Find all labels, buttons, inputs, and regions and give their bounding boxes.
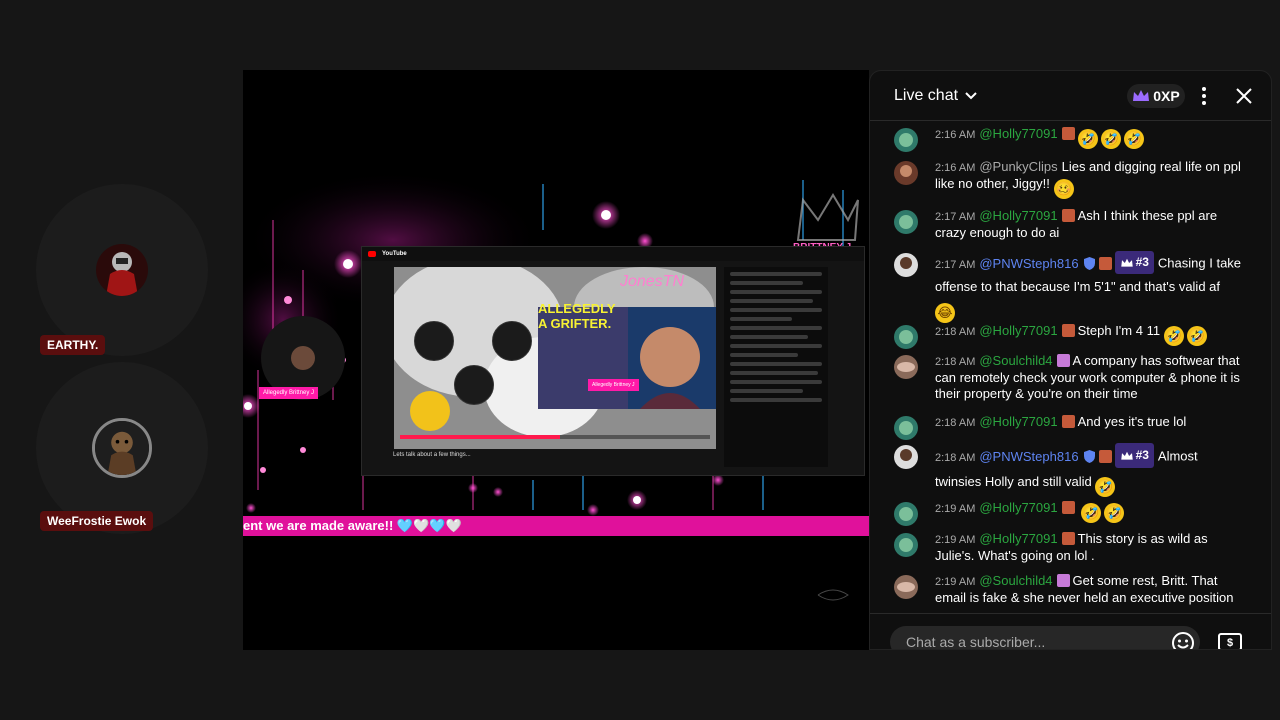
inner-chat-panel <box>724 267 828 467</box>
crown-icon <box>1133 90 1150 101</box>
user-avatar <box>894 355 918 379</box>
live-chat-panel: Live chat 0XP ▲ 2:16 AM@Holly77091🤣🤣🤣 <box>869 70 1272 650</box>
user-avatar <box>894 533 918 557</box>
chat-message-list[interactable]: ▲ 2:16 AM@Holly77091🤣🤣🤣 2:16 AM@PunkyCli… <box>870 123 1262 613</box>
member-badge-icon <box>1061 127 1075 140</box>
chat-input[interactable] <box>890 626 1200 649</box>
moderator-shield-icon <box>1083 447 1096 463</box>
xp-badge[interactable]: 0XP <box>1127 84 1185 108</box>
participant-tile-weefrostie[interactable] <box>36 362 208 534</box>
close-icon[interactable] <box>1234 86 1254 106</box>
inner-browser-bar: YouTube <box>362 247 864 261</box>
super-chat-icon[interactable]: $ <box>1213 631 1249 649</box>
stream-page: EARTHY. WeeFrostie Ewok Allegedly Brittn… <box>0 0 1280 720</box>
user-avatar <box>894 128 918 152</box>
member-badge-icon <box>1056 574 1070 587</box>
svg-text:$: $ <box>1227 637 1233 649</box>
xp-value: 0XP <box>1153 88 1180 104</box>
member-badge-icon <box>1061 324 1075 337</box>
ticker-banner: ent we are made aware!! 🩵🤍🩵🤍 <box>243 516 869 536</box>
user-avatar <box>894 210 918 234</box>
rank-badge: #3 <box>1114 443 1154 468</box>
chat-mode-dropdown[interactable]: Live chat <box>894 87 978 105</box>
member-badge-icon <box>1061 209 1075 222</box>
member-badge-icon <box>1061 501 1075 514</box>
chat-message: 2:19 AM @Holly77091 🤣 🤣 <box>894 500 1244 526</box>
ewok-avatar <box>92 418 152 478</box>
youtube-logo-icon <box>368 251 376 257</box>
user-avatar <box>894 445 918 469</box>
user-avatar <box>894 161 918 185</box>
red-armored-figure-avatar <box>96 244 148 296</box>
inner-participant-bubble <box>492 321 532 361</box>
chat-message: 2:16 AM @Holly77091 🤣 🤣 🤣 <box>894 126 1244 152</box>
member-badge-icon <box>1098 255 1112 270</box>
user-avatar <box>894 575 918 599</box>
guest-label: Allegedly Brittney J <box>259 387 319 399</box>
chevron-down-icon <box>965 92 977 100</box>
participant-name-tag: EARTHY. <box>40 335 106 355</box>
inner-participant-bubble <box>414 321 454 361</box>
chat-message: 2:19 AM @Soulchild4 Get some rest, Britt. … <box>894 573 1244 606</box>
member-badge-icon <box>1061 415 1075 428</box>
inner-headline: ALLEGEDLY A GRIFTER. <box>538 301 616 331</box>
chat-message: 2:17 AM @Holly77091 Ash I think these ppl … <box>894 208 1244 241</box>
chat-message: 2:18 AM @PNWSteph816 #3 Almost twinsies Hol… <box>894 443 1244 497</box>
participant-tile-earthy[interactable] <box>36 184 208 356</box>
inner-signature: JonesTN <box>620 273 685 290</box>
chat-message: 2:18 AM @Holly77091 Steph I'm 4 11 🤣 🤣 <box>894 323 1244 349</box>
member-badge-icon <box>1098 447 1112 463</box>
rank-badge: #3 <box>1114 251 1154 274</box>
main-stage-video[interactable]: Allegedly Brittney J BRITTNEY J YouTube <box>243 70 869 650</box>
emoji-picker-icon[interactable] <box>1171 631 1195 649</box>
chat-message: 2:18 AM @Soulchild4 A company has softwear… <box>894 353 1244 402</box>
chat-header: Live chat 0XP <box>870 71 1271 121</box>
member-badge-icon <box>1061 532 1075 545</box>
user-avatar <box>894 416 918 440</box>
moderator-shield-icon <box>1083 255 1096 270</box>
more-options-icon[interactable] <box>1194 86 1214 106</box>
chat-input-area: $ <box>870 613 1271 649</box>
member-badge-icon <box>1056 354 1070 367</box>
chat-title: Live chat <box>894 87 959 104</box>
inner-participant-bubble <box>454 365 494 405</box>
crown-icon <box>1120 451 1133 460</box>
user-avatar <box>894 325 918 349</box>
chat-message: 2:16 AM @PunkyClips Lies and digging real … <box>894 159 1244 199</box>
crown-icon <box>1120 258 1133 267</box>
chat-message: 2:17 AM @PNWSteph816 #3 Chasing I take offe… <box>894 251 1244 323</box>
inner-label: Allegedly Brittney J <box>588 379 639 391</box>
user-avatar <box>894 253 918 277</box>
user-avatar <box>894 502 918 526</box>
inner-video-title: Lets talk about a few things... <box>393 452 471 458</box>
participant-name-tag: WeeFrostie Ewok <box>40 511 154 531</box>
chat-message: 2:18 AM @Holly77091 And yes it's true lol <box>894 414 1244 440</box>
chat-message: 2:19 AM @Holly77091 This story is as wild … <box>894 531 1244 564</box>
shared-screen: YouTube ALLEGEDLY A GRIFTER. JonesTN All… <box>361 246 865 476</box>
